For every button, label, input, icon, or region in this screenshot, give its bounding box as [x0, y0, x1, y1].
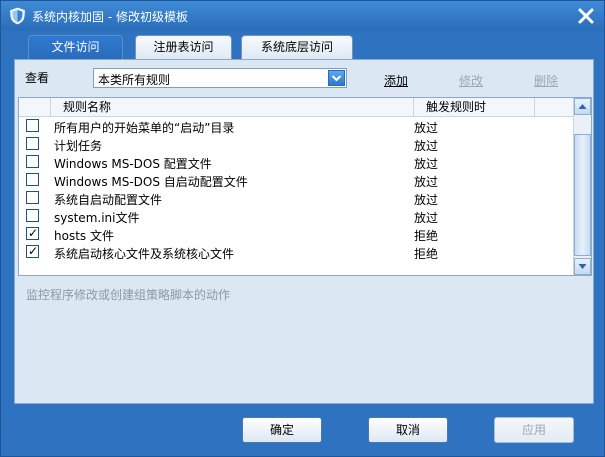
triangle-up-icon: [578, 104, 587, 109]
rule-checkbox[interactable]: ✓: [26, 191, 39, 204]
header-trigger-action[interactable]: 触发规则时: [414, 98, 535, 117]
table-row[interactable]: ✓ 系统自启动配置文件 放过: [19, 189, 574, 207]
header-checkbox-column: [19, 98, 51, 117]
edit-rule-link[interactable]: 修改: [459, 72, 483, 89]
rules-panel: 查看 本类所有规则 添加 修改 删除 规则名称 触发规则时 ✓ 所有用户的开始菜…: [14, 59, 594, 404]
list-header: 规则名称 触发规则时: [19, 98, 574, 117]
rule-checkbox[interactable]: ✓: [26, 244, 39, 258]
rule-trigger: 放过: [414, 211, 439, 225]
cancel-button[interactable]: 取消: [368, 417, 448, 443]
close-icon[interactable]: [576, 6, 596, 26]
dropdown-button[interactable]: [328, 70, 345, 86]
table-row[interactable]: ✓ system.ini文件 放过: [19, 207, 574, 225]
rule-trigger: 放过: [414, 175, 439, 189]
rule-name: hosts 文件: [54, 229, 114, 243]
shield-icon: [10, 7, 25, 25]
tab-system-low-level-access[interactable]: 系统底层访问: [241, 35, 353, 59]
rules-list: 规则名称 触发规则时 ✓ 所有用户的开始菜单的“启动”目录 放过 ✓ 计划任务 …: [18, 97, 592, 276]
header-rule-name[interactable]: 规则名称: [51, 98, 414, 117]
table-row[interactable]: ✓ 所有用户的开始菜单的“启动”目录 放过: [19, 117, 574, 135]
rule-checkbox[interactable]: ✓: [26, 137, 39, 150]
view-filter-label: 查看: [25, 71, 50, 85]
table-row[interactable]: ✓ Windows MS-DOS 自启动配置文件 放过: [19, 171, 574, 189]
rule-trigger: 放过: [414, 157, 439, 171]
rule-checkbox[interactable]: ✓: [26, 119, 39, 132]
rule-name: 计划任务: [54, 139, 103, 153]
rule-checkbox[interactable]: ✓: [26, 155, 39, 168]
rule-checkbox[interactable]: ✓: [26, 173, 39, 186]
table-row[interactable]: ✓ hosts 文件 拒绝: [19, 225, 574, 243]
rule-trigger: 放过: [414, 193, 439, 207]
add-rule-link[interactable]: 添加: [384, 72, 408, 89]
apply-button[interactable]: 应用: [494, 417, 574, 443]
rule-name: 系统自启动配置文件: [54, 193, 163, 207]
delete-rule-link[interactable]: 删除: [534, 72, 558, 89]
table-row[interactable]: ✓ 系统启动核心文件及系统核心文件 拒绝: [19, 243, 574, 261]
scroll-up-button[interactable]: [574, 98, 591, 115]
rule-name: system.ini文件: [54, 211, 140, 225]
title-bar[interactable]: 系统内核加固 - 修改初级模板: [1, 1, 604, 31]
rule-trigger: 拒绝: [414, 229, 439, 243]
rule-name: Windows MS-DOS 配置文件: [54, 157, 212, 171]
table-row[interactable]: ✓ 计划任务 放过: [19, 135, 574, 153]
table-row[interactable]: ✓ Windows MS-DOS 配置文件 放过: [19, 153, 574, 171]
rule-name: 系统启动核心文件及系统核心文件: [54, 247, 235, 261]
rule-checkbox[interactable]: ✓: [26, 226, 39, 240]
rule-checkbox[interactable]: ✓: [26, 209, 39, 222]
rule-trigger: 拒绝: [414, 247, 439, 261]
vertical-scrollbar[interactable]: [573, 98, 591, 275]
tab-file-access[interactable]: 文件访问: [28, 35, 123, 59]
rule-trigger: 放过: [414, 121, 439, 135]
window-title: 系统内核加固 - 修改初级模板: [32, 10, 188, 24]
chevron-down-icon: [331, 75, 342, 82]
rule-trigger: 放过: [414, 139, 439, 153]
rule-description: 监控程序修改或创建组策略脚本的动作: [26, 288, 231, 302]
triangle-down-icon: [578, 264, 587, 269]
scroll-down-button[interactable]: [574, 258, 591, 275]
rule-name: 所有用户的开始菜单的“启动”目录: [54, 121, 235, 135]
view-filter-value: 本类所有规则: [98, 73, 171, 87]
scroll-thumb[interactable]: [574, 134, 591, 256]
tab-registry-access[interactable]: 注册表访问: [135, 35, 232, 59]
rule-name: Windows MS-DOS 自启动配置文件: [54, 175, 248, 189]
ok-button[interactable]: 确定: [242, 417, 322, 443]
view-filter-select[interactable]: 本类所有规则: [93, 68, 347, 88]
dialog-window: 系统内核加固 - 修改初级模板 文件访问 注册表访问 系统底层访问 查看 本类所…: [0, 0, 605, 457]
